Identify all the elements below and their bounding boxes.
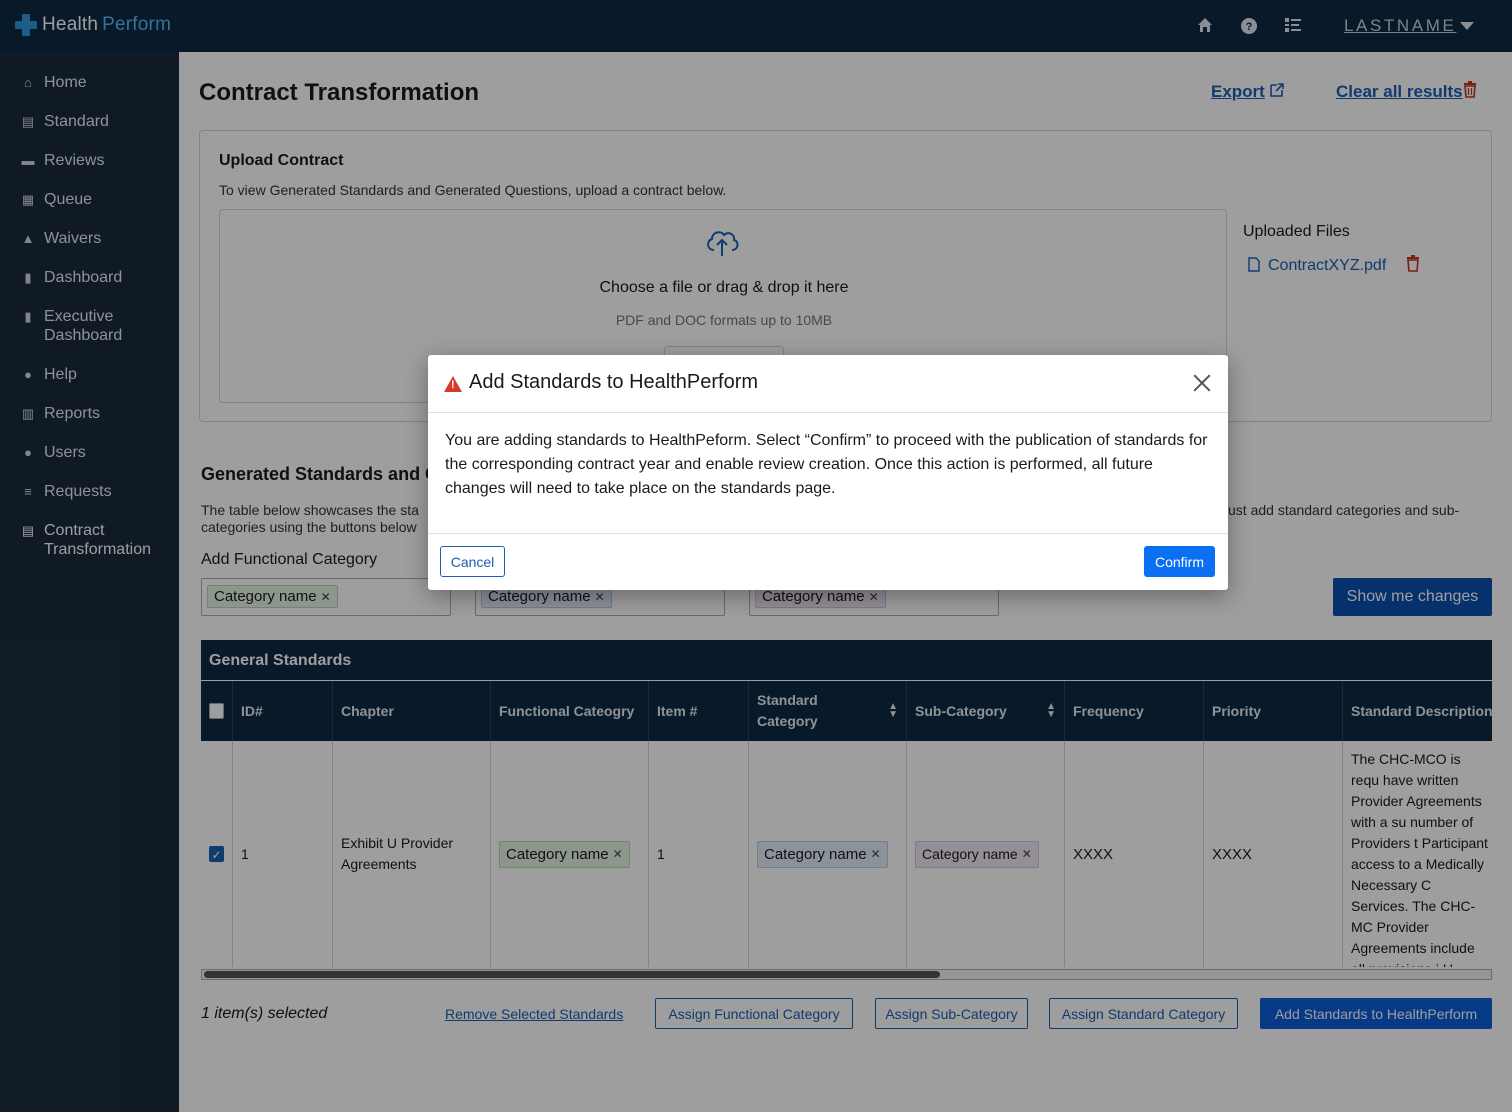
add-standards-modal: ! Add Standards to HealthPerform You are… [428,355,1228,590]
modal-header: ! Add Standards to HealthPerform [428,355,1228,413]
warning-icon: ! [444,376,462,392]
cancel-button[interactable]: Cancel [440,546,505,577]
modal-body-text: You are adding standards to HealthPeform… [445,432,1208,497]
confirm-button[interactable]: Confirm [1144,546,1215,577]
modal-footer: Cancel Confirm [428,533,1228,590]
modal-title: Add Standards to HealthPerform [469,371,759,393]
close-icon[interactable] [1191,372,1213,394]
